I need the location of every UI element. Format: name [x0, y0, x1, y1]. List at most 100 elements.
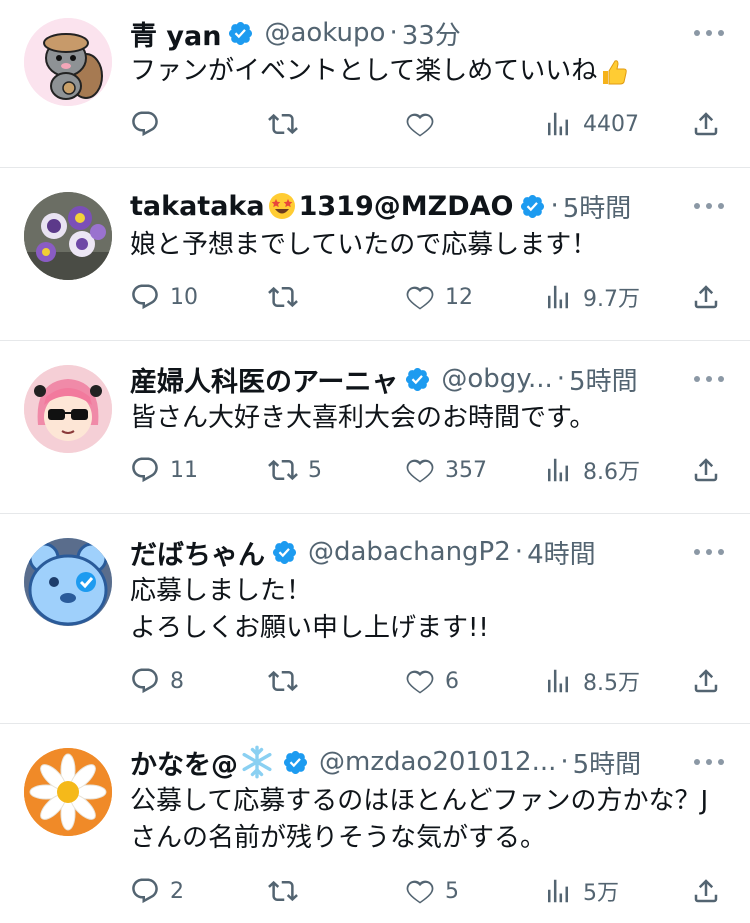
verified-badge-icon [272, 540, 297, 564]
views-button[interactable]: 5万 [543, 873, 619, 909]
retweet-button[interactable] [268, 106, 308, 142]
like-icon [406, 670, 434, 694]
timestamp[interactable]: 5時間 [573, 744, 642, 781]
tweet[interactable]: だばちゃん @dabachangP2 · 4時間 応募しました！ よろしくお願い… [0, 514, 750, 724]
share-icon [694, 458, 718, 482]
avatar[interactable] [24, 18, 112, 106]
views-icon [548, 879, 568, 903]
avatar[interactable] [24, 192, 112, 280]
more-icon[interactable] [694, 547, 724, 557]
avatar[interactable] [24, 748, 112, 836]
timestamp[interactable]: 5時間 [563, 188, 632, 225]
reply-button[interactable]: 11 [130, 452, 198, 488]
separator-dot: · [389, 18, 398, 48]
more-icon[interactable] [694, 28, 724, 38]
views-button[interactable]: 9.7万 [543, 279, 640, 315]
like-button[interactable] [405, 106, 445, 142]
retweet-icon [268, 459, 298, 481]
like-button[interactable]: 5 [405, 873, 459, 909]
like-icon [406, 880, 434, 904]
retweet-button[interactable] [268, 279, 308, 315]
more-icon[interactable] [694, 201, 724, 211]
like-count: 6 [445, 668, 459, 694]
view-count: 9.7万 [583, 287, 640, 312]
reply-button[interactable]: 2 [130, 873, 184, 909]
more-icon[interactable] [694, 757, 724, 767]
views-icon [548, 458, 568, 482]
handle[interactable]: @dabachangP2 [308, 537, 511, 567]
retweet-button[interactable]: 5 [268, 452, 322, 488]
tweet-text: 娘と予想までしていたので応募します！ [130, 230, 598, 260]
reply-button[interactable] [130, 106, 170, 142]
timestamp[interactable]: 5時間 [569, 361, 638, 398]
views-button[interactable]: 8.5万 [543, 663, 640, 699]
share-button[interactable] [691, 106, 721, 142]
timestamp[interactable]: 33分 [402, 15, 461, 52]
share-icon [694, 669, 718, 693]
handle[interactable]: @obgy... [441, 364, 552, 394]
verified-badge-icon [283, 750, 308, 774]
views-button[interactable]: 8.6万 [543, 452, 640, 488]
like-icon [406, 113, 434, 137]
like-count: 357 [445, 457, 487, 483]
separator-dot: · [556, 364, 566, 394]
tweet[interactable]: takataka 1319@MZDAO · 5時間 娘と予想までしていたので応募… [0, 168, 750, 341]
retweet-icon [268, 670, 298, 692]
like-button[interactable]: 12 [405, 279, 473, 315]
views-button[interactable]: 4407 [543, 106, 639, 142]
display-name[interactable]: takataka [130, 191, 265, 222]
views-icon [548, 285, 568, 309]
share-button[interactable] [691, 279, 721, 315]
share-icon [694, 879, 718, 903]
views-icon [548, 669, 568, 693]
view-count: 5万 [583, 881, 619, 906]
display-name[interactable]: 産婦人科医のアーニャ [130, 360, 398, 399]
like-button[interactable]: 6 [405, 663, 459, 699]
tweet-text: 皆さん大好き大喜利大会のお時間です。 [130, 403, 596, 433]
share-button[interactable] [691, 452, 721, 488]
display-name[interactable]: かなを@ [130, 743, 238, 782]
retweet-button[interactable] [268, 873, 308, 909]
separator-dot: · [560, 747, 569, 777]
reply-icon [132, 284, 158, 310]
tweet[interactable]: 青 yan @aokupo · 33分 ファンがイベントとして楽しめていいね 4… [0, 0, 750, 168]
display-name[interactable]: 青 yan [130, 14, 221, 53]
view-count: 4407 [583, 111, 639, 137]
timestamp[interactable]: 4時間 [527, 534, 596, 571]
more-icon[interactable] [694, 374, 724, 384]
avatar[interactable] [24, 538, 112, 626]
share-button[interactable] [691, 663, 721, 699]
like-button[interactable]: 357 [405, 452, 487, 488]
tweet[interactable]: かなを@ @mzdao201012... · 5時間 公募して応募するのはほとん… [0, 724, 750, 923]
snowflake-emoji-icon [242, 745, 272, 779]
reply-icon [132, 111, 158, 137]
separator-dot: · [550, 191, 559, 221]
retweet-icon [268, 880, 298, 902]
tweet-text: 応募しました！ よろしくお願い申し上げます!! [130, 576, 489, 643]
tweet[interactable]: 産婦人科医のアーニャ @obgy... · 5時間 皆さん大好き大喜利大会のお時… [0, 341, 750, 514]
handle[interactable]: @aokupo [264, 18, 385, 48]
like-count: 5 [445, 878, 459, 904]
retweet-button[interactable] [268, 663, 308, 699]
verified-badge-icon [406, 367, 430, 391]
avatar[interactable] [24, 365, 112, 453]
verified-badge-icon [521, 194, 545, 218]
reply-button[interactable]: 10 [130, 279, 198, 315]
reply-button[interactable]: 8 [130, 663, 184, 699]
display-name[interactable]: だばちゃん [130, 533, 265, 572]
retweet-icon [268, 286, 298, 308]
tweet-text-content: ファンがイベントとして楽しめていいね [130, 56, 598, 86]
like-icon [406, 459, 434, 483]
share-button[interactable] [691, 873, 721, 909]
retweet-icon [268, 113, 298, 135]
retweet-count: 5 [308, 457, 322, 483]
separator-dot: · [514, 537, 524, 567]
reply-count: 11 [170, 457, 198, 483]
share-icon [694, 285, 718, 309]
star-struck-emoji-icon [268, 193, 295, 219]
display-name-suffix[interactable]: 1319@MZDAO [299, 191, 514, 222]
reply-icon [132, 668, 158, 694]
reply-icon [132, 878, 158, 904]
view-count: 8.6万 [583, 460, 640, 485]
handle[interactable]: @mzdao201012... [319, 747, 556, 777]
